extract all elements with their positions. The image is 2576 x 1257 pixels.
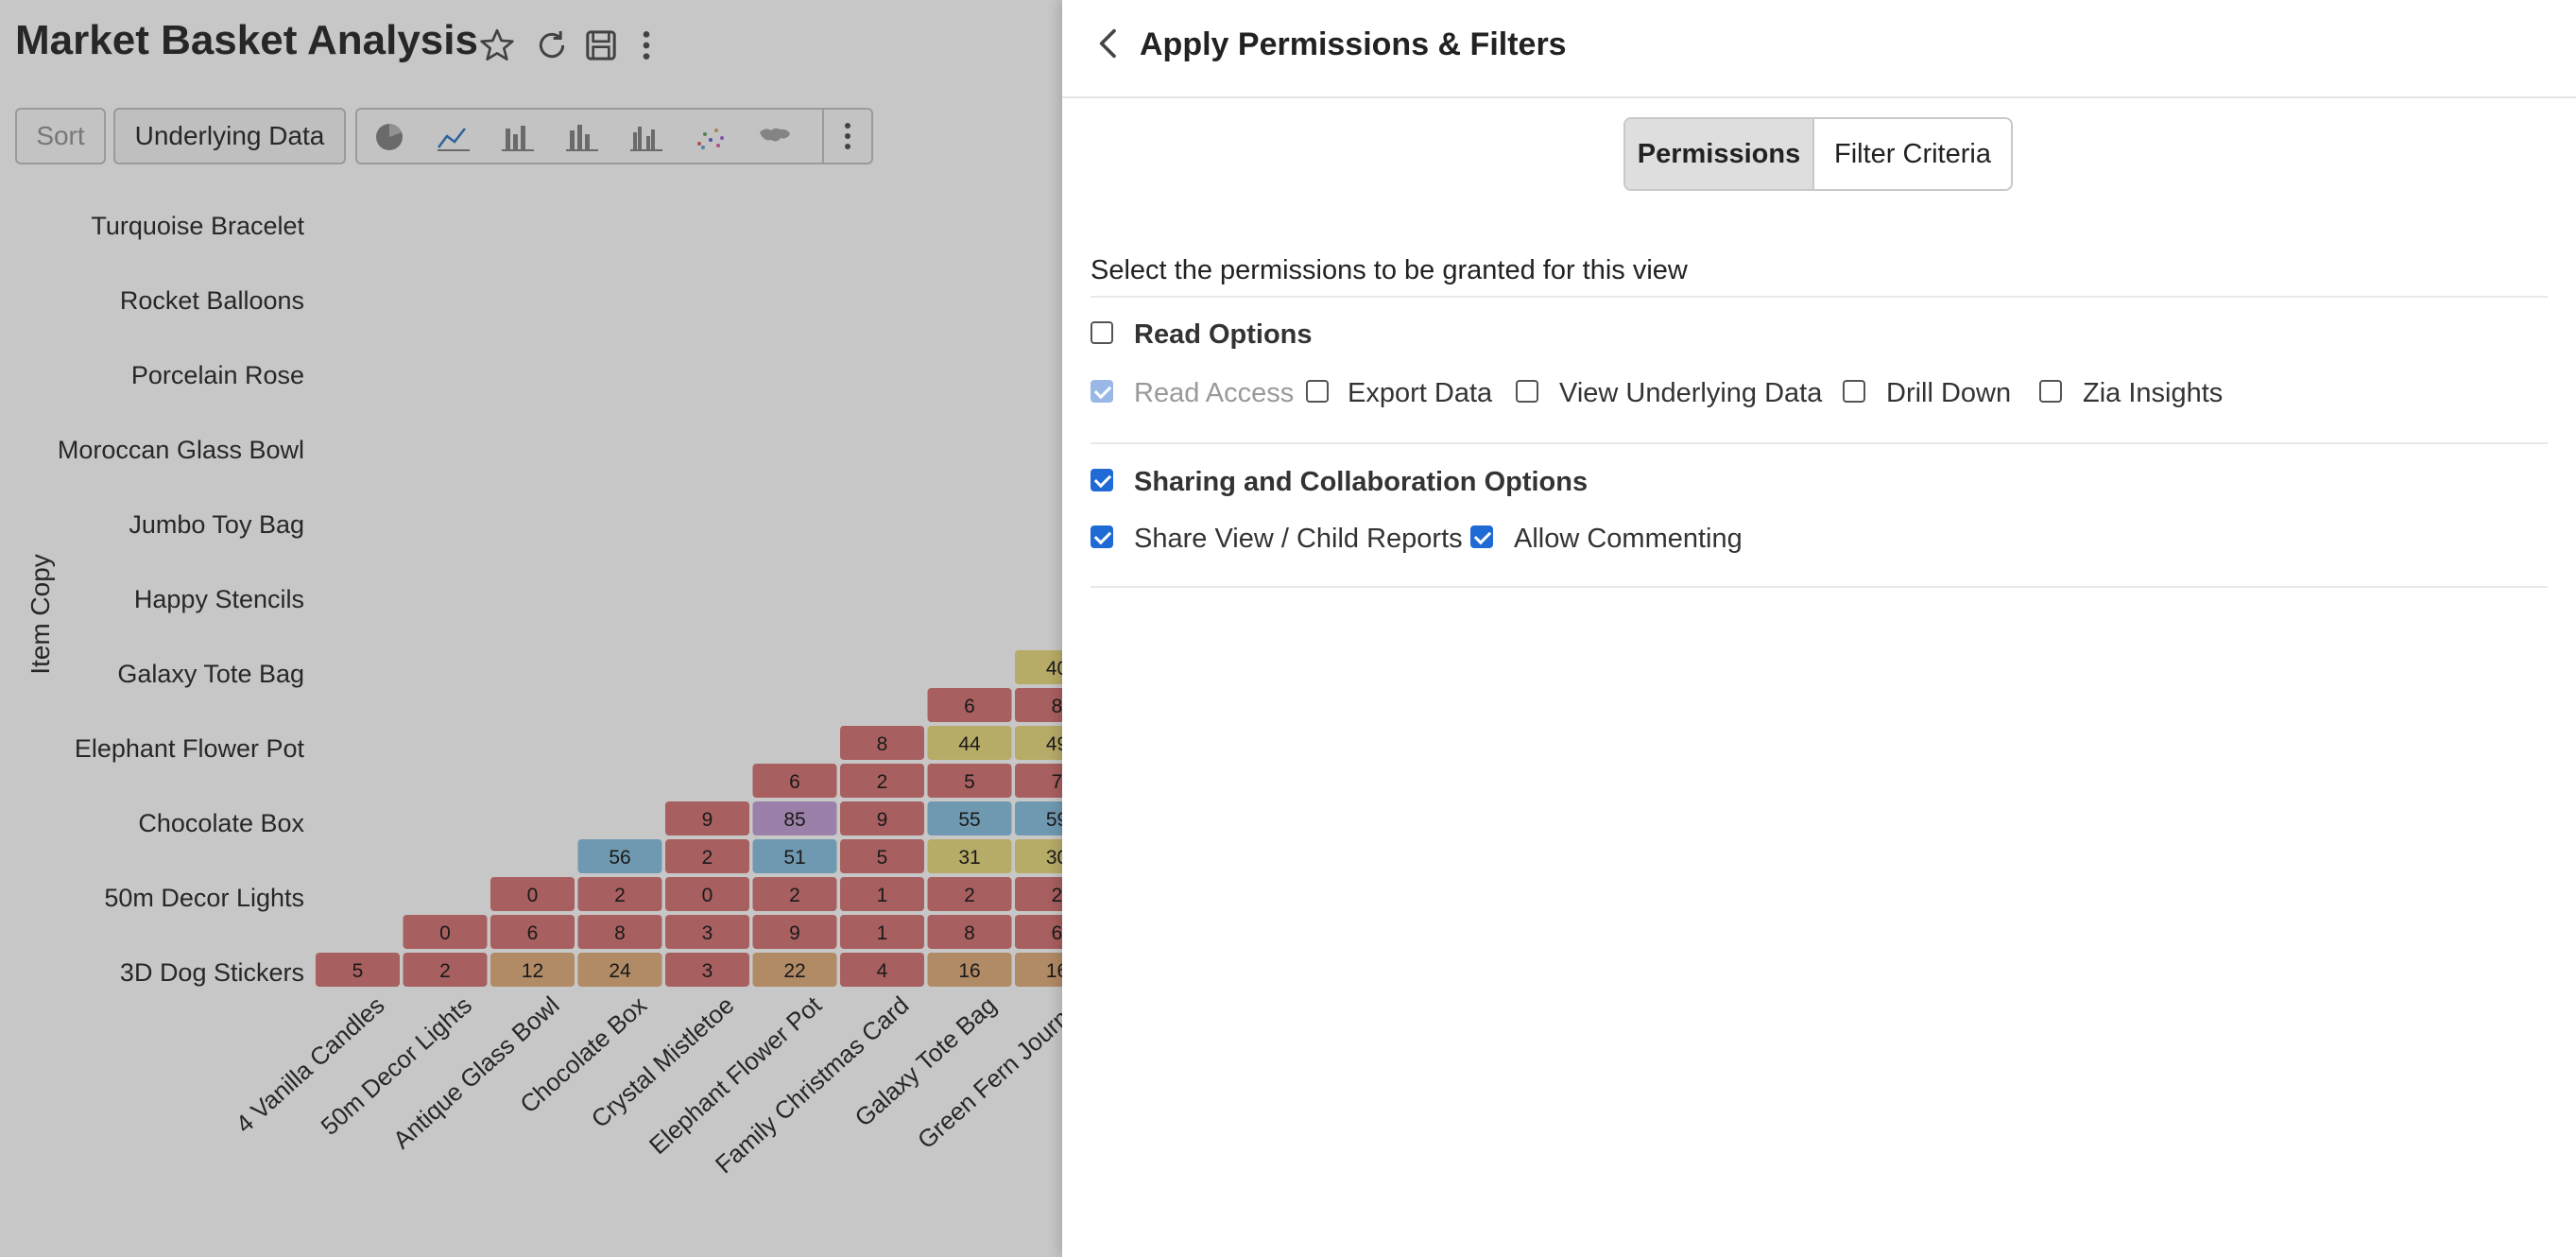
read-options-label: Read Options: [1134, 319, 1313, 350]
view-underlying-data-label: View Underlying Data: [1559, 378, 1823, 408]
zia-insights-checkbox[interactable]: [2039, 380, 2062, 403]
share-view-checkbox[interactable]: [1091, 525, 1113, 548]
permissions-instruction: Select the permissions to be granted for…: [1091, 255, 1688, 285]
read-access-label: Read Access: [1134, 378, 1295, 408]
panel-title: Apply Permissions & Filters: [1140, 26, 1567, 62]
zia-insights-label: Zia Insights: [2083, 378, 2224, 408]
divider: [1091, 442, 2548, 444]
allow-commenting-label: Allow Commenting: [1514, 524, 1743, 554]
share-view-label: Share View / Child Reports: [1134, 524, 1463, 554]
divider: [1091, 296, 2548, 298]
divider: [1091, 586, 2548, 588]
permissions-panel: Apply Permissions & Filters Permissions …: [1062, 0, 2576, 1257]
panel-header: Apply Permissions & Filters: [1062, 0, 2576, 98]
read-options-checkbox[interactable]: [1091, 321, 1113, 344]
panel-tabs: Permissions Filter Criteria: [1623, 117, 2013, 191]
sharing-options-label: Sharing and Collaboration Options: [1134, 467, 1589, 497]
sharing-options-checkbox[interactable]: [1091, 469, 1113, 491]
export-data-label: Export Data: [1348, 378, 1493, 408]
allow-commenting-checkbox[interactable]: [1470, 525, 1493, 548]
tab-filter-criteria[interactable]: Filter Criteria: [1814, 119, 2011, 189]
drill-down-checkbox[interactable]: [1843, 380, 1865, 403]
drill-down-label: Drill Down: [1886, 378, 2012, 408]
modal-overlay[interactable]: [0, 0, 1062, 1257]
tab-permissions[interactable]: Permissions: [1625, 119, 1814, 189]
export-data-checkbox[interactable]: [1306, 380, 1329, 403]
back-arrow-icon[interactable]: [1091, 25, 1128, 62]
read-access-checkbox[interactable]: [1091, 380, 1113, 403]
view-underlying-data-checkbox[interactable]: [1516, 380, 1538, 403]
